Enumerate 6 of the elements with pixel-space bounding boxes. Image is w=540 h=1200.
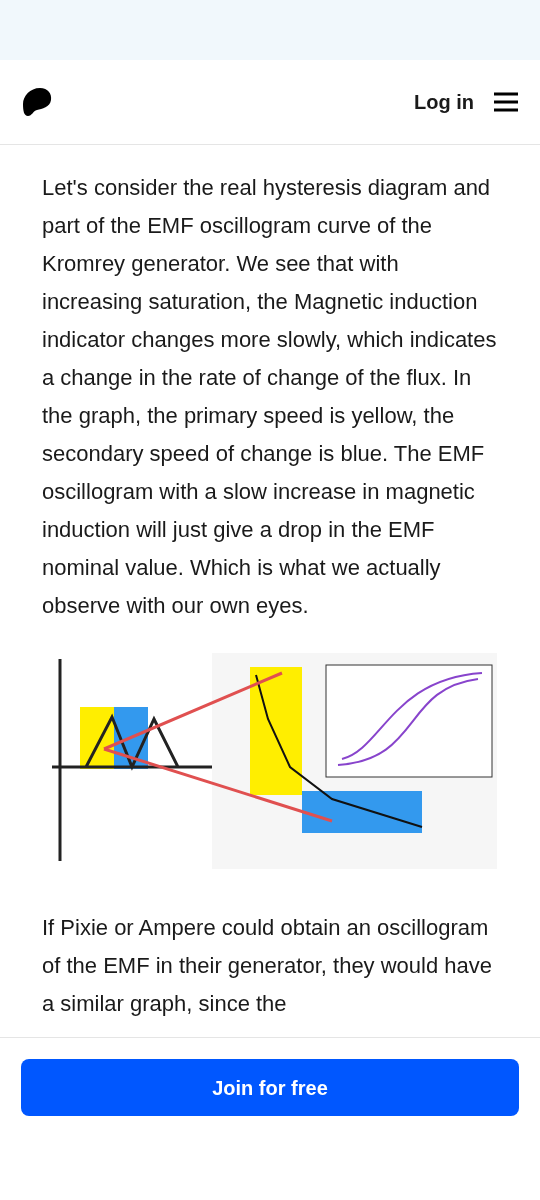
- menu-icon[interactable]: [494, 92, 518, 112]
- login-link[interactable]: Log in: [414, 87, 474, 117]
- article-paragraph: If Pixie or Ampere could obtain an oscillogram of the EMF in their generator, they would have a similar graph, since the: [42, 914, 494, 1018]
- logo-icon: [22, 87, 52, 117]
- article-paragraph: Let's consider the real hysteresis diagram and part of the EMF oscillogram curve of the Kromrey generator. We see that with increasing saturation, the Magnetic induction indicator changes more slowly, which indicates a change in the rate of change of the flux. In the graph, the primary speed is yellow, the secondary speed of change is blue. The EMF oscillogram with a slow increase in magnetic induction will just give a drop in the EMF nominal value. Which is what we actually observe with our own eyes.: [42, 174, 498, 620]
- join-button[interactable]: Join for free: [21, 1059, 519, 1116]
